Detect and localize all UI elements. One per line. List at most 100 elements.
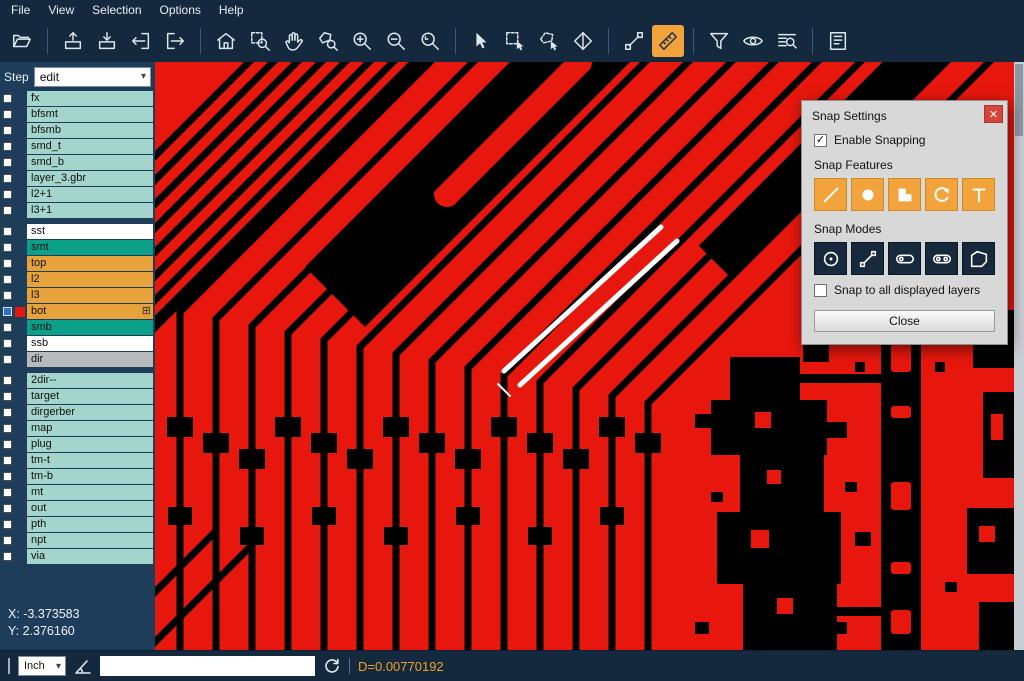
- layer-label[interactable]: 2dir--: [27, 373, 153, 388]
- layer-label[interactable]: target: [27, 389, 153, 404]
- layer-label[interactable]: smd_t: [27, 139, 153, 154]
- home-icon[interactable]: [210, 25, 242, 57]
- menu-selection[interactable]: Selection: [83, 2, 150, 18]
- zoom-reset-icon[interactable]: [414, 25, 446, 57]
- layer-label[interactable]: mt: [27, 485, 153, 500]
- eye-icon[interactable]: [737, 25, 769, 57]
- layer-label[interactable]: plug: [27, 437, 153, 452]
- menu-file[interactable]: File: [2, 2, 39, 18]
- layer-visibility-checkbox[interactable]: [3, 456, 12, 465]
- menu-options[interactable]: Options: [151, 2, 210, 18]
- layer-visibility-checkbox[interactable]: [3, 440, 12, 449]
- layer-visibility-checkbox[interactable]: [3, 552, 12, 561]
- layer-label[interactable]: l2: [27, 272, 153, 287]
- snap-arc-icon[interactable]: [925, 178, 958, 211]
- zoom-out-icon[interactable]: [380, 25, 412, 57]
- layer-visibility-checkbox[interactable]: [3, 158, 12, 167]
- import-top-icon[interactable]: [57, 25, 89, 57]
- snap-line-icon[interactable]: [814, 178, 847, 211]
- layer-visibility-checkbox[interactable]: [3, 355, 12, 364]
- close-icon[interactable]: ✕: [984, 105, 1003, 123]
- pan-icon[interactable]: [278, 25, 310, 57]
- layer-label[interactable]: bfsmt: [27, 107, 153, 122]
- import-bottom-icon[interactable]: [91, 25, 123, 57]
- layer-visibility-checkbox[interactable]: [3, 174, 12, 183]
- layer-label[interactable]: top: [27, 256, 153, 271]
- angle-measure-icon[interactable]: [74, 657, 92, 675]
- scrollbar-thumb[interactable]: [1015, 64, 1023, 136]
- layer-label[interactable]: dirgerber: [27, 405, 153, 420]
- layer-visibility-checkbox[interactable]: [3, 206, 12, 215]
- layer-visibility-checkbox[interactable]: [3, 408, 12, 417]
- layer-label[interactable]: pth: [27, 517, 153, 532]
- layer-label[interactable]: out: [27, 501, 153, 516]
- snap-text-icon[interactable]: [962, 178, 995, 211]
- layer-visibility-checkbox[interactable]: [3, 243, 12, 252]
- enable-snapping-checkbox[interactable]: ✓: [814, 134, 827, 147]
- line-tool-icon[interactable]: [618, 25, 650, 57]
- layer-visibility-checkbox[interactable]: [3, 488, 12, 497]
- layer-label[interactable]: smt: [27, 240, 153, 255]
- layer-visibility-checkbox[interactable]: [3, 126, 12, 135]
- layer-visibility-checkbox[interactable]: [3, 536, 12, 545]
- layer-label[interactable]: l2+1: [27, 187, 153, 202]
- layer-visibility-checkbox[interactable]: [3, 323, 12, 332]
- mode-obround-icon[interactable]: [925, 242, 958, 275]
- snap-all-layers-checkbox[interactable]: [814, 284, 827, 297]
- report-icon[interactable]: [822, 25, 854, 57]
- layer-label[interactable]: tm-b: [27, 469, 153, 484]
- filter-icon[interactable]: [703, 25, 735, 57]
- layer-visibility-checkbox[interactable]: [3, 142, 12, 151]
- snap-surface-icon[interactable]: [888, 178, 921, 211]
- layer-label[interactable]: ssb: [27, 336, 153, 351]
- layer-label[interactable]: npt: [27, 533, 153, 548]
- layer-visibility-checkbox[interactable]: [3, 227, 12, 236]
- mode-slot-icon[interactable]: [888, 242, 921, 275]
- layer-visibility-checkbox[interactable]: [3, 504, 12, 513]
- mode-center-icon[interactable]: [814, 242, 847, 275]
- snap-pad-icon[interactable]: [851, 178, 884, 211]
- layer-visibility-checkbox[interactable]: [3, 307, 12, 316]
- open-folder-icon[interactable]: [6, 25, 38, 57]
- layer-visibility-checkbox[interactable]: [3, 259, 12, 268]
- vertical-scrollbar[interactable]: [1014, 62, 1024, 650]
- layer-label[interactable]: tm-t: [27, 453, 153, 468]
- menu-help[interactable]: Help: [210, 2, 253, 18]
- mode-contour-icon[interactable]: [962, 242, 995, 275]
- layer-label[interactable]: bot⊞: [27, 304, 153, 319]
- layer-label[interactable]: fx: [27, 91, 153, 106]
- select-arrow-icon[interactable]: [465, 25, 497, 57]
- export-left-icon[interactable]: [125, 25, 157, 57]
- coordinate-input[interactable]: [100, 656, 315, 676]
- layer-label[interactable]: l3+1: [27, 203, 153, 218]
- layer-label[interactable]: smb: [27, 320, 153, 335]
- layer-label[interactable]: smd_b: [27, 155, 153, 170]
- mirror-icon[interactable]: [567, 25, 599, 57]
- mode-endpoint-icon[interactable]: [851, 242, 884, 275]
- refresh-icon[interactable]: [323, 657, 341, 675]
- layer-label[interactable]: map: [27, 421, 153, 436]
- layer-visibility-checkbox[interactable]: [3, 392, 12, 401]
- zoom-in-icon[interactable]: [346, 25, 378, 57]
- layer-visibility-checkbox[interactable]: [3, 472, 12, 481]
- layer-label[interactable]: sst: [27, 224, 153, 239]
- select-polygon-icon[interactable]: [533, 25, 565, 57]
- layer-label[interactable]: via: [27, 549, 153, 564]
- layer-visibility-checkbox[interactable]: [3, 424, 12, 433]
- find-text-icon[interactable]: [771, 25, 803, 57]
- select-box-icon[interactable]: [499, 25, 531, 57]
- layer-visibility-checkbox[interactable]: [3, 339, 12, 348]
- step-select[interactable]: edit ▾: [34, 67, 151, 87]
- layer-visibility-checkbox[interactable]: [3, 291, 12, 300]
- layer-visibility-checkbox[interactable]: [3, 275, 12, 284]
- layer-visibility-checkbox[interactable]: [3, 110, 12, 119]
- layer-label[interactable]: dir: [27, 352, 153, 367]
- menu-view[interactable]: View: [39, 2, 83, 18]
- layer-visibility-checkbox[interactable]: [3, 520, 12, 529]
- layer-label[interactable]: layer_3.gbr: [27, 171, 153, 186]
- layer-visibility-checkbox[interactable]: [3, 190, 12, 199]
- export-right-icon[interactable]: [159, 25, 191, 57]
- measure-ruler-icon[interactable]: [652, 25, 684, 57]
- zoom-window-icon[interactable]: [244, 25, 276, 57]
- close-button[interactable]: Close: [814, 310, 995, 332]
